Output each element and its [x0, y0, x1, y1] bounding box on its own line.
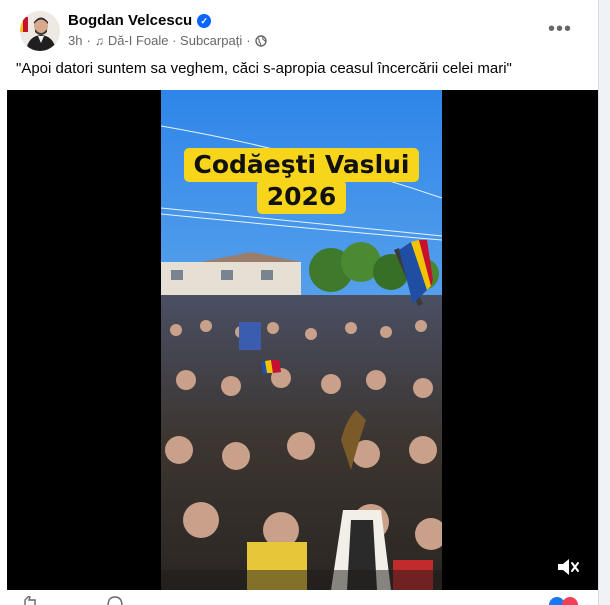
video-frame-image[interactable]: Codăeşti Vaslui 2026 — [161, 90, 442, 590]
music-track[interactable]: Dă-I Foale · Subcarpați — [108, 33, 242, 48]
post-action-bar — [0, 590, 598, 605]
author-row: Bogdan Velcescu ✓ — [68, 12, 212, 29]
avatar-image — [20, 11, 60, 51]
like-icon[interactable] — [22, 596, 38, 605]
post-header: Bogdan Velcescu ✓ 3h · ♫ Dă-I Foale · Su… — [18, 10, 582, 54]
post-caption: "Apoi datori suntem sa veghem, căci s-ap… — [16, 60, 512, 77]
overlay-line-1: Codăeşti Vaslui — [184, 148, 419, 182]
meta-separator: · — [246, 33, 251, 48]
author-name[interactable]: Bogdan Velcescu — [68, 12, 192, 29]
reaction-icons[interactable] — [548, 596, 584, 605]
meta-separator: · — [86, 33, 91, 48]
post-time[interactable]: 3h — [68, 33, 82, 48]
more-options-icon: ••• — [547, 17, 572, 40]
post-card: Bogdan Velcescu ✓ 3h · ♫ Dă-I Foale · Su… — [0, 0, 599, 605]
post-meta: 3h · ♫ Dă-I Foale · Subcarpați · — [68, 33, 267, 48]
speaker-muted-icon — [558, 559, 579, 575]
video-player[interactable]: Codăeşti Vaslui 2026 — [7, 90, 598, 590]
comment-icon[interactable] — [106, 596, 124, 605]
more-options-button[interactable]: ••• — [542, 14, 578, 44]
music-note-icon: ♫ — [94, 33, 104, 48]
video-overlay-title: Codăeşti Vaslui 2026 — [161, 148, 442, 214]
globe-icon[interactable] — [254, 34, 267, 47]
avatar[interactable] — [20, 11, 60, 51]
mute-button[interactable] — [555, 556, 581, 578]
overlay-line-2: 2026 — [256, 180, 347, 214]
verified-badge-icon: ✓ — [197, 13, 212, 28]
